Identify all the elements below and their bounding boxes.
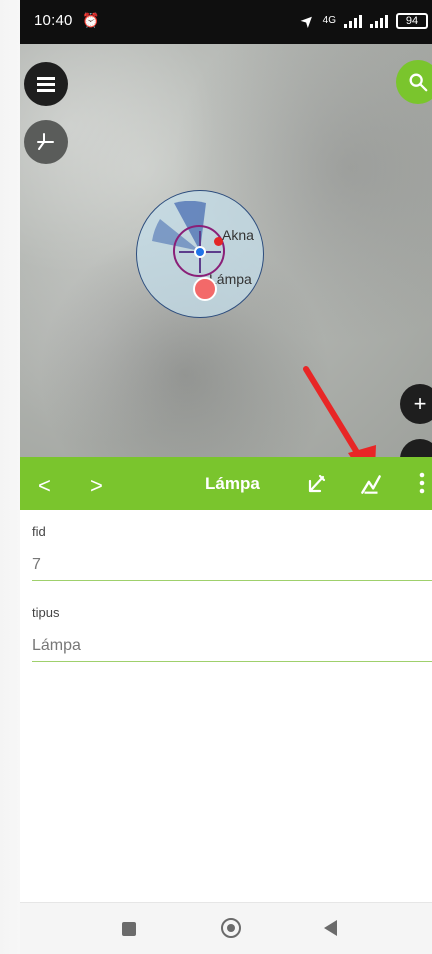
menu-button[interactable]: [24, 62, 68, 106]
reshape-geometry-icon[interactable]: [358, 471, 384, 497]
home-icon[interactable]: [221, 918, 241, 938]
digitize-button[interactable]: [24, 120, 68, 164]
zoom-out-button[interactable]: [400, 439, 432, 457]
status-time: 10:40: [34, 12, 73, 29]
cell-signal-icon-2: [370, 14, 388, 28]
status-icons: ➤ 4G 94: [298, 10, 432, 32]
fid-label: fid: [32, 524, 46, 539]
search-icon: [409, 73, 428, 92]
menu-icon: [37, 77, 55, 92]
status-bar: 10:40 ⏰ ➤ 4G 94: [20, 0, 432, 44]
system-navigation-bar: [20, 902, 432, 954]
back-icon[interactable]: [324, 920, 337, 936]
alarm-clock-icon: ⏰: [82, 12, 100, 28]
phone-screen: 10:40 ⏰ ➤ 4G 94 Akna Lámpa + < > Lámpa f…: [20, 0, 432, 954]
attribute-form: fid 7 tipus Lámpa: [20, 510, 432, 902]
battery-level: 94: [405, 15, 419, 27]
tipus-field[interactable]: tipus Lámpa: [32, 605, 432, 662]
edit-geometry-icon[interactable]: [306, 471, 330, 495]
zoom-in-button[interactable]: +: [400, 384, 432, 424]
feature-toolbar: < > Lámpa: [20, 457, 432, 510]
recent-apps-icon[interactable]: [122, 922, 136, 936]
navigation-icon: ➤: [297, 10, 320, 33]
selected-feature-area[interactable]: Akna Lámpa: [136, 190, 264, 318]
next-feature-button[interactable]: >: [90, 473, 103, 499]
search-button[interactable]: [396, 60, 432, 104]
battery-icon: 94: [396, 13, 428, 29]
akna-label: Akna: [222, 227, 254, 243]
network-label: 4G: [322, 15, 336, 26]
digitize-icon: [37, 133, 54, 150]
more-options-icon[interactable]: [418, 471, 426, 495]
network-type: 4G: [323, 16, 336, 26]
lampa-point-marker[interactable]: [193, 277, 217, 301]
feature-center-point[interactable]: [194, 246, 206, 258]
previous-feature-button[interactable]: <: [38, 473, 51, 499]
feature-title: Lámpa: [205, 474, 260, 493]
tipus-value[interactable]: Lámpa: [32, 637, 432, 662]
cell-signal-icon: [344, 14, 362, 28]
fid-value[interactable]: 7: [32, 556, 432, 581]
tipus-label: tipus: [32, 605, 60, 620]
fid-field[interactable]: fid 7: [32, 524, 432, 581]
plus-icon: +: [413, 391, 427, 416]
